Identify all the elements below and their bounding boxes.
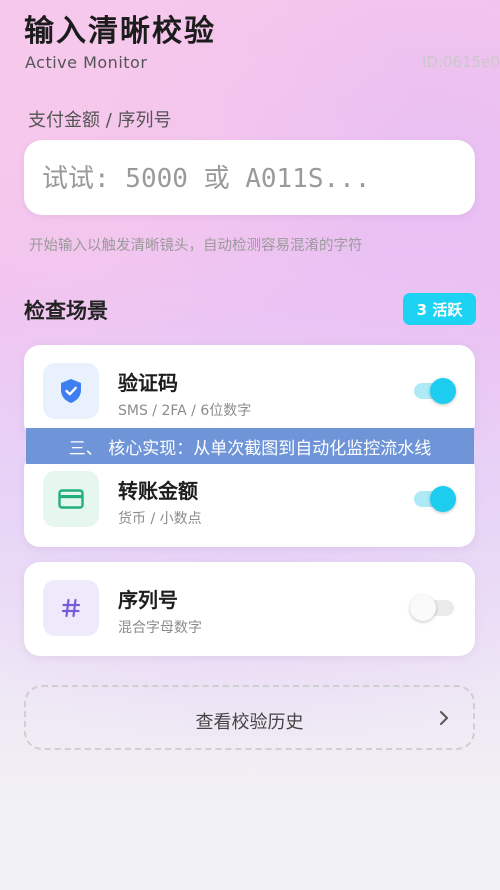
scene-title: 验证码 bbox=[118, 371, 178, 395]
view-history-button[interactable]: 查看校验历史 bbox=[24, 685, 475, 750]
scene-toggle-verification-code[interactable] bbox=[414, 378, 456, 404]
scene-desc: 混合字母数字 bbox=[118, 620, 202, 636]
scene-desc: 货币 / 小数点 bbox=[118, 511, 202, 527]
scene-card-transfer-amount[interactable]: 转账金额 货币 / 小数点 bbox=[24, 453, 475, 547]
scenes-section-title: 检查场景 bbox=[24, 299, 108, 323]
page-subtitle: Active Monitor bbox=[25, 53, 148, 72]
scene-title: 转账金额 bbox=[118, 479, 198, 503]
scene-desc: SMS / 2FA / 6位数字 bbox=[118, 403, 252, 419]
scene-card-serial-number[interactable]: 序列号 混合字母数字 bbox=[24, 562, 475, 656]
amount-input[interactable] bbox=[40, 140, 464, 217]
app-screen: 输入清晰校验 Active Monitor ID:0615e0 支付金额 / 序… bbox=[0, 0, 500, 889]
device-id: ID:0615e0 bbox=[422, 53, 500, 71]
amount-field-label: 支付金额 / 序列号 bbox=[28, 110, 172, 131]
chevron-right-icon bbox=[440, 711, 448, 725]
toggle-knob bbox=[430, 378, 456, 404]
scene-title: 序列号 bbox=[118, 588, 178, 612]
credit-card-icon bbox=[43, 471, 99, 527]
page-title: 输入清晰校验 bbox=[24, 14, 216, 49]
scene-card-verification-code[interactable]: 验证码 SMS / 2FA / 6位数字 bbox=[24, 345, 475, 439]
toggle-knob bbox=[430, 486, 456, 512]
scene-toggle-transfer-amount[interactable] bbox=[414, 486, 456, 512]
hash-icon bbox=[43, 580, 99, 636]
active-count-badge: 3 活跃 bbox=[403, 293, 476, 325]
toggle-knob bbox=[410, 595, 436, 621]
scene-toggle-serial-number[interactable] bbox=[410, 595, 454, 621]
amount-input-box[interactable] bbox=[24, 140, 475, 217]
input-hint: 开始输入以触发清晰镜头，自动检测容易混淆的字符 bbox=[29, 238, 363, 254]
shield-check-icon bbox=[43, 363, 99, 419]
view-history-label: 查看校验历史 bbox=[195, 712, 304, 733]
overlay-caption-banner: 三、 核心实现：从单次截图到自动化监控流水线 bbox=[26, 428, 474, 464]
